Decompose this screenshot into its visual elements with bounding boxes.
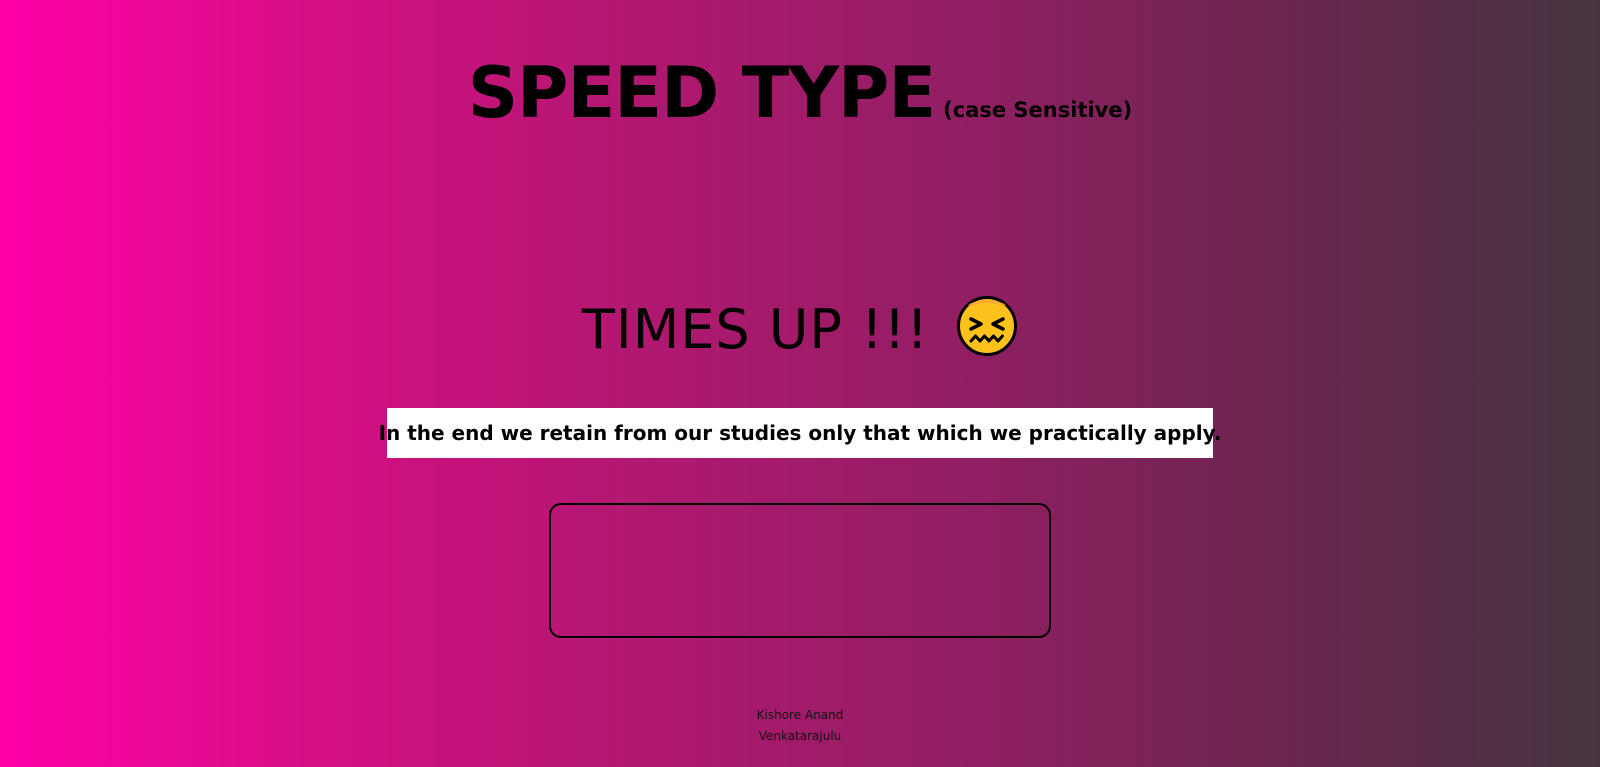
page-subtitle: (case Sensitive)	[943, 98, 1133, 122]
status-message: TIMES UP !!!	[0, 295, 1600, 361]
typing-input[interactable]	[549, 503, 1051, 638]
confounded-face-icon	[956, 295, 1018, 357]
author-name-line2: Venkatarajulu	[758, 729, 842, 743]
quote-text: In the end we retain from our studies on…	[378, 421, 1222, 445]
times-up-text: TIMES UP !!!	[581, 298, 930, 361]
header: SPEED TYPE (case Sensitive)	[0, 52, 1600, 134]
page-title: SPEED TYPE	[467, 52, 936, 134]
quote-box: In the end we retain from our studies on…	[379, 408, 1221, 458]
author-name-line1: Kishore Anand	[756, 708, 844, 722]
footer: Kishore Anand Venkatarajulu	[0, 705, 1600, 747]
